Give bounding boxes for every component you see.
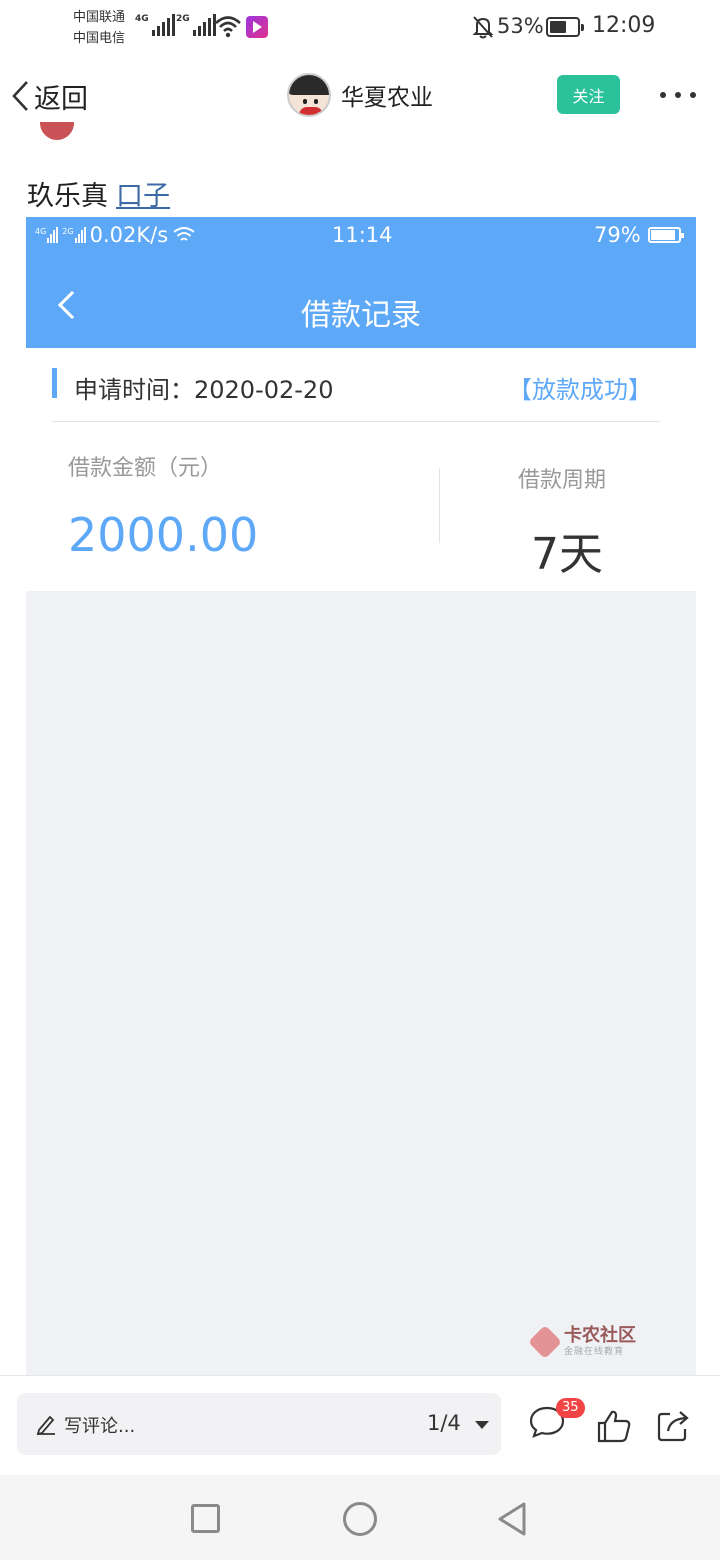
wifi-icon [215, 16, 241, 38]
image-status-network: 4G 2G 0.02K/s [35, 223, 196, 247]
signal-icon: 4G [35, 227, 59, 243]
apply-time: 申请时间：2020-02-20 [74, 376, 334, 404]
watermark: 卡农社区 金融在线教育 [528, 1325, 636, 1359]
follow-button[interactable]: 关注 [557, 75, 620, 114]
more-icon[interactable] [660, 82, 696, 108]
system-nav-bar [0, 1475, 720, 1560]
author-name[interactable]: 华夏农业 [341, 78, 433, 112]
carrier-2: 中国电信 [73, 31, 126, 46]
post-text: 玖乐真 口子 [27, 174, 170, 213]
battery-icon [546, 17, 584, 37]
loan-period-value: 7天 [531, 529, 603, 580]
avatar[interactable] [287, 73, 331, 117]
image-page-title: 借款记录 [301, 298, 421, 333]
comment-input[interactable]: 写评论... 1/4 [17, 1393, 501, 1455]
carrier-1: 中国联通 [73, 10, 126, 25]
image-clock: 11:14 [332, 223, 393, 247]
post-link[interactable]: 口子 [116, 181, 170, 212]
image-battery-percent: 79% [594, 223, 641, 247]
watermark-logo [528, 1325, 562, 1359]
loan-amount-label: 借款金额（元） [68, 456, 223, 481]
loan-record-card: 申请时间：2020-02-20 【放款成功】 借款金额（元） 2000.00 借… [26, 348, 696, 591]
partial-image [40, 122, 74, 140]
image-app-header: 4G 2G 0.02K/s 11:14 79% 借款记录 [26, 217, 696, 348]
signal-icon: 2G [176, 14, 216, 36]
system-status-bar: 中国联通 中国电信 4G 2G 53% 12:09 [0, 0, 720, 56]
back-button[interactable]: 返回 [10, 76, 88, 116]
divider [52, 421, 660, 422]
page-indicator[interactable]: 1/4 [427, 1411, 461, 1435]
nav-home-icon[interactable] [343, 1502, 377, 1536]
carrier-names: 中国联通 中国电信 [73, 7, 125, 49]
dropdown-caret-icon[interactable] [475, 1421, 489, 1429]
loan-amount-value: 2000.00 [68, 508, 259, 562]
loan-status: 【放款成功】 [508, 376, 652, 404]
battery-icon [648, 227, 684, 243]
nav-back-icon[interactable] [497, 1501, 527, 1537]
back-chevron-icon [12, 81, 28, 111]
watermark-title: 卡农社区 [564, 1325, 636, 1346]
nav-recent-icon[interactable] [191, 1504, 220, 1533]
watermark-subtitle: 金融在线教育 [564, 1347, 625, 1357]
comment-bar: 写评论... 1/4 35 [0, 1375, 720, 1475]
loan-period-label: 借款周期 [518, 468, 607, 493]
pencil-icon [36, 1415, 55, 1435]
back-label: 返回 [34, 83, 88, 115]
share-icon[interactable] [656, 1409, 690, 1443]
wifi-icon [173, 227, 195, 241]
signal-icon: 2G [62, 227, 86, 243]
author-info[interactable]: 华夏农业 [287, 72, 433, 118]
post-image[interactable]: 4G 2G 0.02K/s 11:14 79% 借款记录 申请时间：2020-0… [26, 217, 696, 1375]
signal-icon: 4G [135, 14, 175, 36]
post-body: 玖乐真 [27, 181, 108, 212]
comment-count-badge: 35 [556, 1398, 585, 1418]
accent-bar [52, 368, 57, 398]
app-header: 返回 华夏农业 关注 [0, 56, 720, 136]
thumbs-up-icon[interactable] [596, 1409, 632, 1443]
divider [439, 468, 440, 543]
comment-placeholder: 写评论... [64, 1416, 136, 1437]
bell-off-icon [472, 16, 494, 39]
image-net-speed: 0.02K/s [89, 223, 169, 247]
app-badge-icon [246, 16, 268, 38]
battery-percent: 53% [497, 14, 544, 38]
clock: 12:09 [592, 13, 656, 38]
